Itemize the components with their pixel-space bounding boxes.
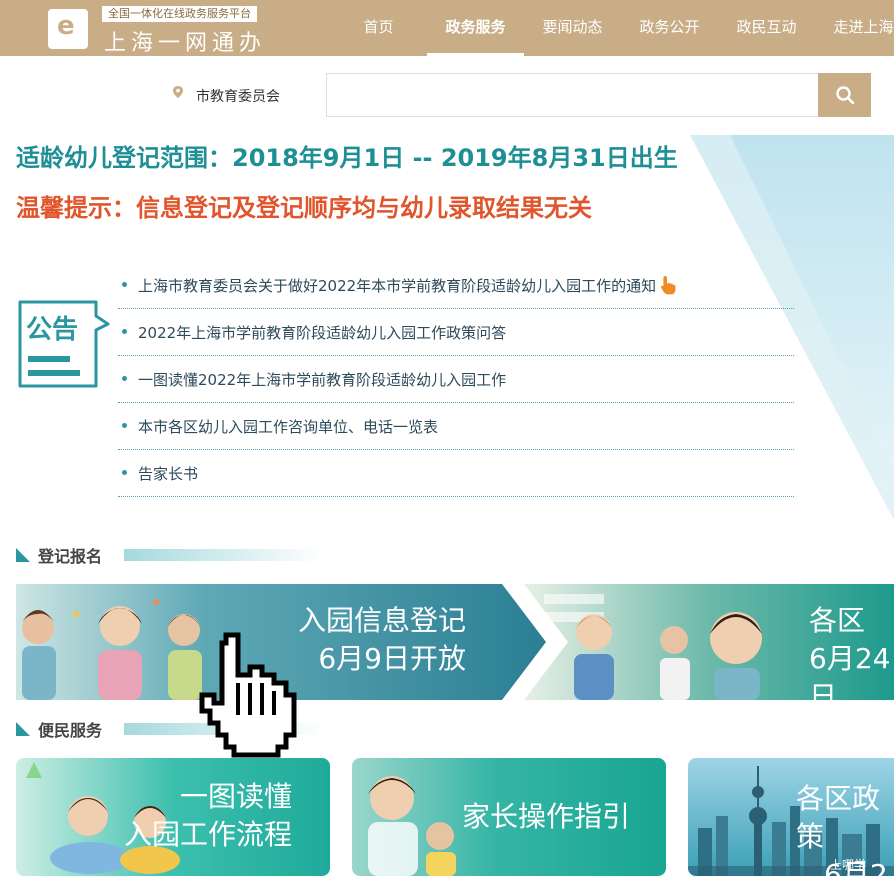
search-icon bbox=[835, 86, 854, 105]
parent-guide-card[interactable]: 家长操作指引 bbox=[352, 758, 666, 876]
main-nav: 首页 政务服务 要闻动态 政务公开 政民互动 走进上海 bbox=[330, 0, 894, 56]
notice-item[interactable]: 2022年上海市学前教育阶段适龄幼儿入园工作政策问答 bbox=[118, 309, 794, 356]
registration-banner[interactable]: 入园信息登记 6月9日开放 bbox=[16, 584, 546, 700]
nav-home[interactable]: 首页 bbox=[330, 0, 427, 56]
site-brand[interactable]: 上海一网通办 bbox=[104, 25, 266, 57]
location-selector[interactable]: 市教育委员会 bbox=[196, 86, 280, 106]
banner-line-1: 入园信息登记 bbox=[297, 604, 466, 637]
location-pin-icon bbox=[173, 86, 183, 98]
bullet-dot bbox=[122, 423, 127, 428]
notice-item[interactable]: 本市各区幼儿入园工作咨询单位、电话一览表 bbox=[118, 403, 794, 450]
warm-tip-headline: 温馨提示：信息登记及登记顺序均与幼儿录取结果无关 bbox=[16, 194, 592, 222]
bullet-dot bbox=[122, 470, 127, 475]
bullet-dot bbox=[122, 329, 127, 334]
notice-item-text: 本市各区幼儿入园工作咨询单位、电话一览表 bbox=[138, 417, 439, 436]
district-banner[interactable]: 各区 6月24日 bbox=[524, 584, 894, 700]
notice-list: 上海市教育委员会关于做好2022年本市学前教育阶段适龄幼儿入园工作的通知 202… bbox=[118, 262, 794, 497]
announcement-label: 公告 bbox=[26, 315, 78, 345]
section-decoration bbox=[124, 549, 324, 561]
section-title-text: 便民服务 bbox=[38, 721, 103, 740]
notice-item-text: 上海市教育委员会关于做好2022年本市学前教育阶段适龄幼儿入园工作的通知 bbox=[138, 276, 657, 295]
registration-banner-text: 入园信息登记 6月9日开放 bbox=[298, 602, 466, 678]
card-line-3: 上哪学 bbox=[830, 858, 867, 872]
card-line-1: 各区政策 bbox=[796, 782, 881, 853]
registration-banner-image bbox=[16, 584, 546, 700]
notice-item[interactable]: 上海市教育委员会关于做好2022年本市学前教育阶段适龄幼儿入园工作的通知 bbox=[118, 262, 794, 309]
announcement-icon: 公告 bbox=[18, 300, 110, 388]
guide-card-text: 一图读懂 入园工作流程 bbox=[124, 778, 292, 854]
section-register-title: 登记报名 bbox=[16, 544, 324, 566]
top-navigation-bar: e 全国一体化在线政务服务平台 上海一网通办 首页 政务服务 要闻动态 政务公开… bbox=[0, 0, 894, 56]
card-line-2: 入园工作流程 bbox=[123, 818, 292, 851]
section-marker-icon bbox=[16, 722, 30, 736]
bullet-dot bbox=[122, 376, 127, 381]
nav-interaction[interactable]: 政民互动 bbox=[718, 0, 815, 56]
nav-news[interactable]: 要闻动态 bbox=[524, 0, 621, 56]
notice-item[interactable]: 一图读懂2022年上海市学前教育阶段适龄幼儿入园工作 bbox=[118, 356, 794, 403]
guide-card[interactable]: 一图读懂 入园工作流程 bbox=[16, 758, 330, 876]
banner-line-2: 6月24日 bbox=[809, 642, 891, 700]
notice-item[interactable]: 告家长书 bbox=[118, 450, 794, 497]
nav-gov-services[interactable]: 政务服务 bbox=[427, 0, 524, 56]
banner-line-1: 各区 bbox=[809, 604, 866, 637]
notice-item-text: 一图读懂2022年上海市学前教育阶段适龄幼儿入园工作 bbox=[138, 370, 507, 389]
bullet-dot bbox=[122, 282, 127, 287]
notice-item-text: 2022年上海市学前教育阶段适龄幼儿入园工作政策问答 bbox=[138, 323, 507, 342]
section-decoration bbox=[124, 723, 324, 735]
banner-line-2: 6月9日开放 bbox=[318, 642, 466, 675]
registration-range-headline: 适龄幼儿登记范围：2018年9月1日 -- 2019年8月31日出生 bbox=[16, 144, 678, 172]
section-marker-icon bbox=[16, 548, 30, 562]
section-service-title: 便民服务 bbox=[16, 718, 324, 740]
section-title-text: 登记报名 bbox=[38, 547, 103, 566]
district-banner-text: 各区 6月24日 bbox=[809, 602, 894, 700]
card-line-1: 家长操作指引 bbox=[462, 800, 631, 833]
nav-about-shanghai[interactable]: 走进上海 bbox=[815, 0, 894, 56]
logo-letter: e bbox=[57, 11, 75, 41]
parent-guide-card-text: 家长操作指引 bbox=[462, 798, 630, 836]
card-line-1: 一图读懂 bbox=[179, 780, 292, 813]
logo[interactable]: e bbox=[48, 9, 88, 49]
platform-tag: 全国一体化在线政务服务平台 bbox=[102, 6, 257, 22]
district-policy-card[interactable]: 各区政策 6月2日 上哪学 bbox=[688, 758, 894, 876]
nav-gov-open[interactable]: 政务公开 bbox=[621, 0, 718, 56]
search-button[interactable] bbox=[818, 73, 871, 117]
search-input[interactable] bbox=[326, 73, 818, 117]
notice-item-text: 告家长书 bbox=[138, 464, 199, 483]
pointing-hand-icon bbox=[661, 276, 676, 295]
